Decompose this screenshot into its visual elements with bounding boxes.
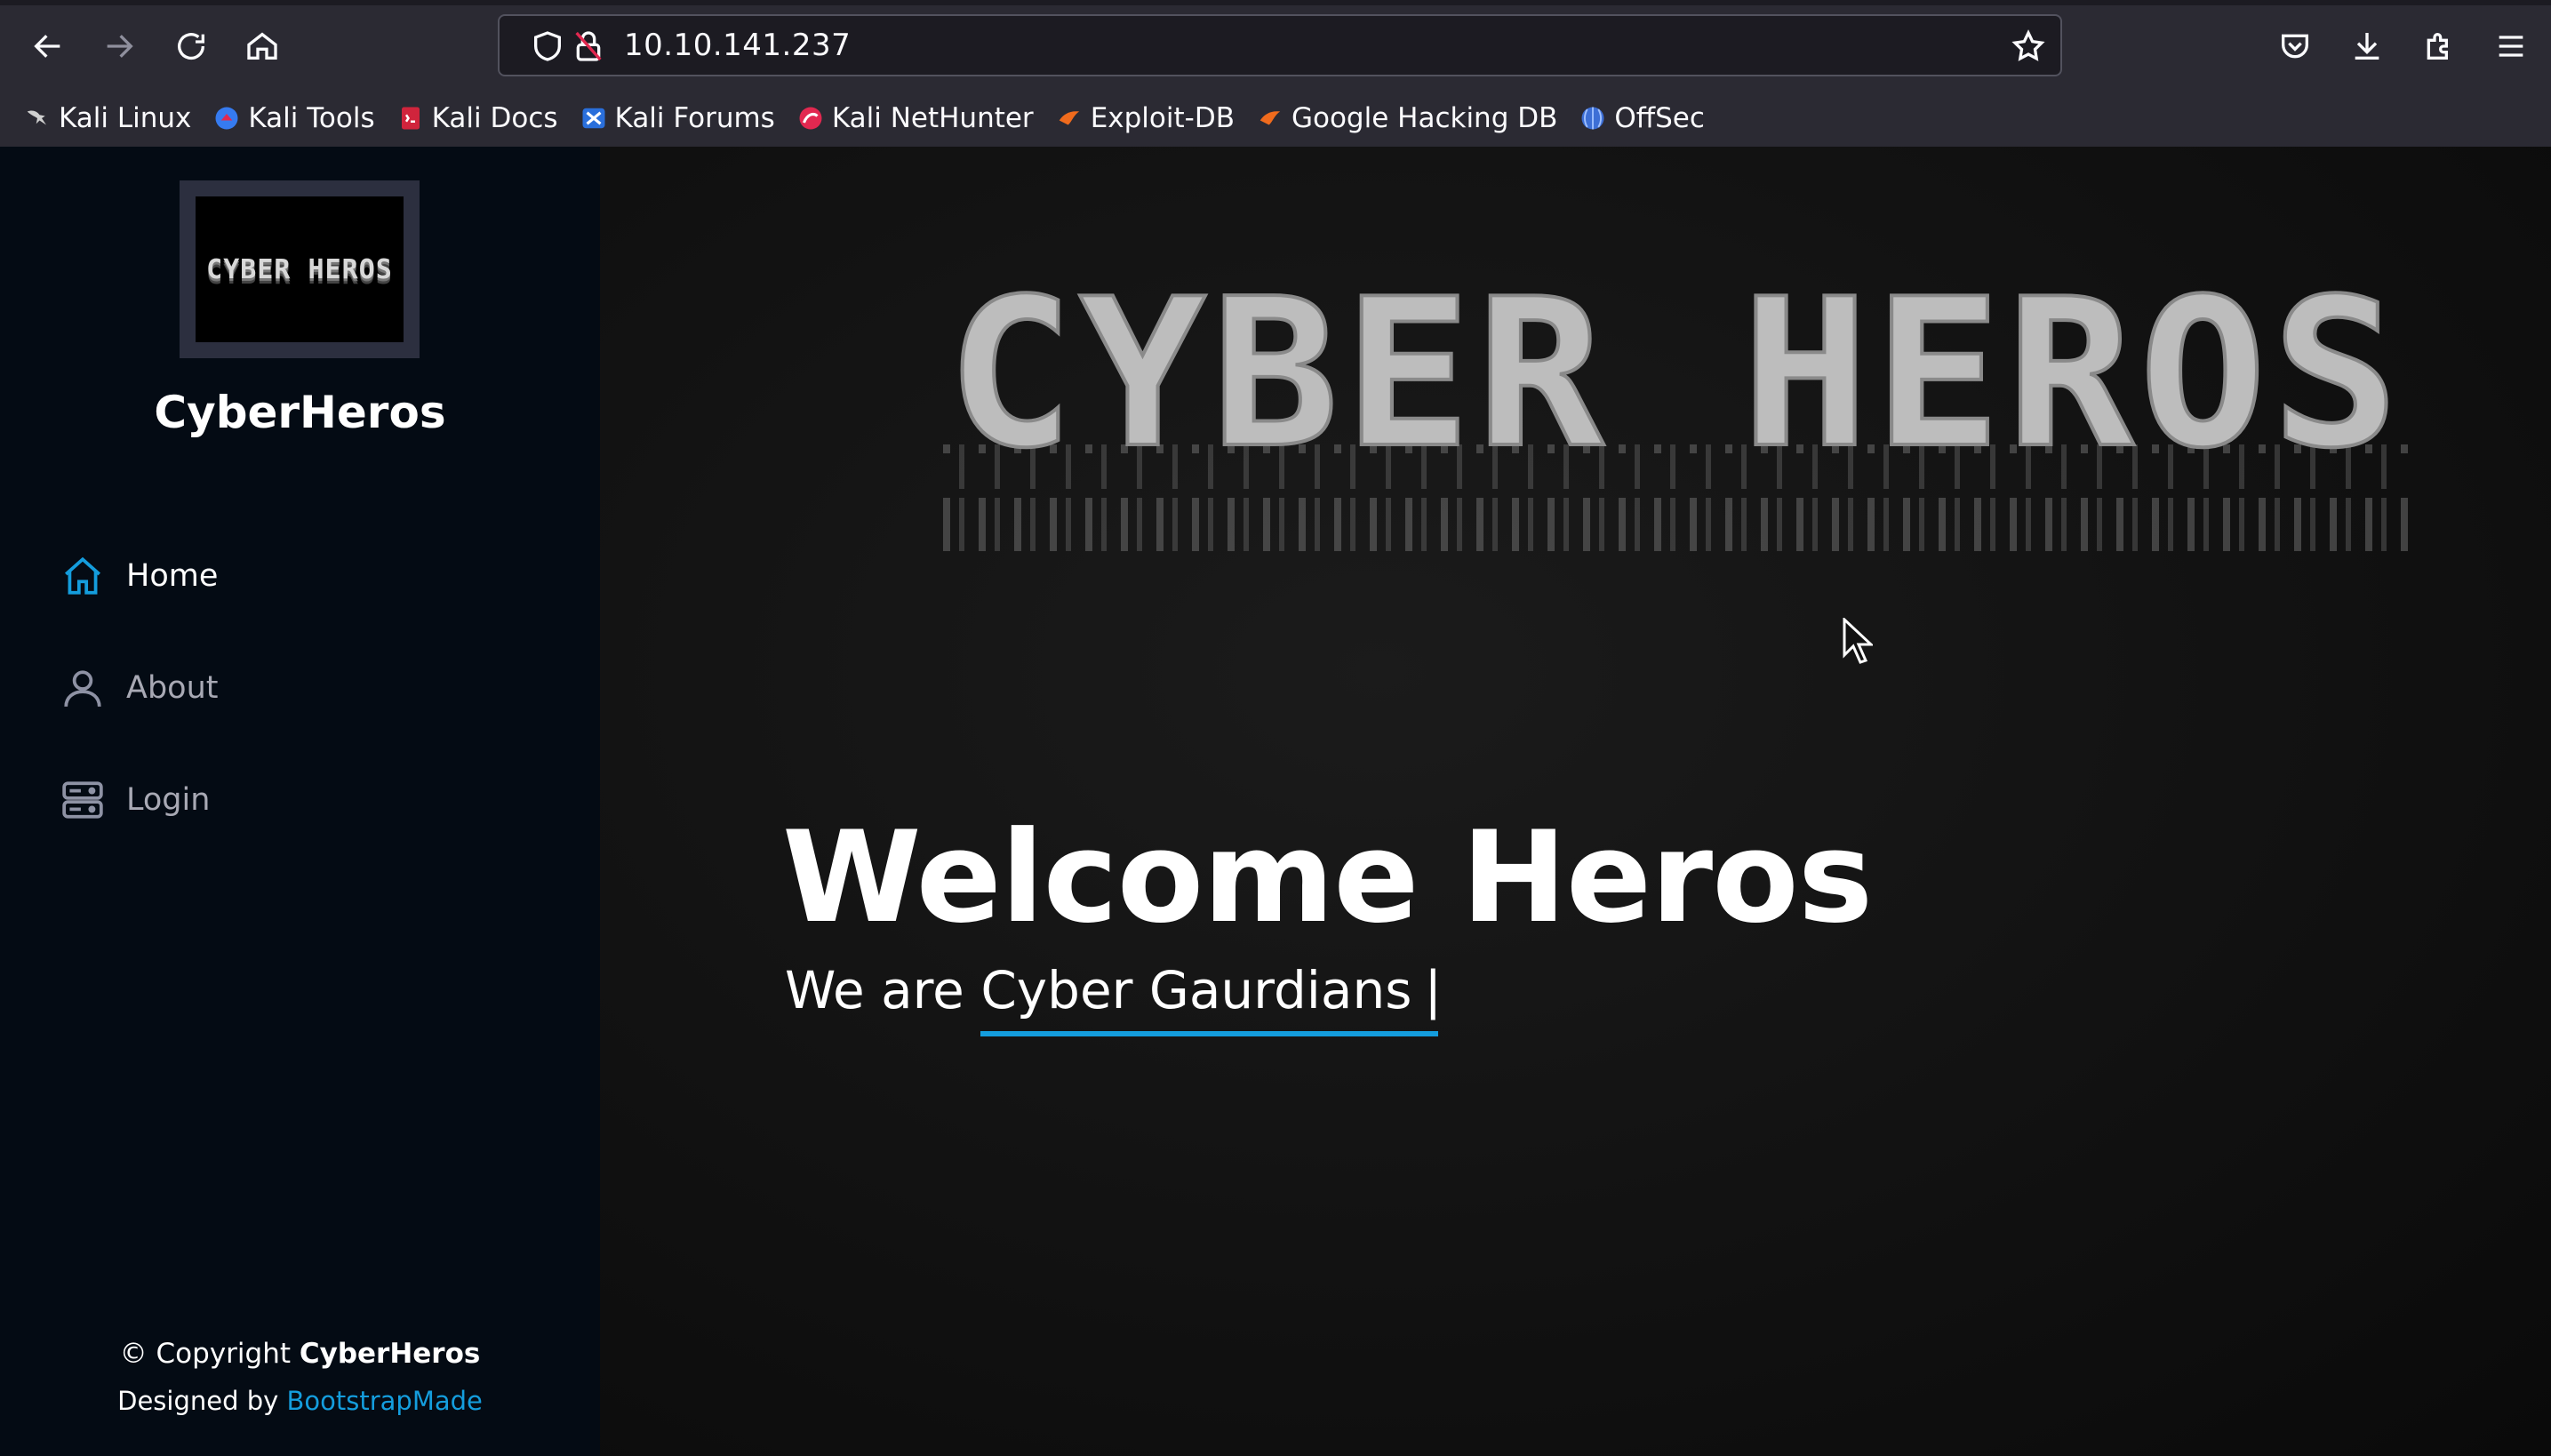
reload-button[interactable]	[164, 20, 218, 73]
sidebar: CYBER HEROS CyberHeros Home About Login …	[0, 147, 600, 1456]
sidebar-item-label: Login	[126, 782, 211, 818]
bookmarks-toolbar: Kali Linux Kali Tools Kali Docs Kali For…	[0, 93, 1705, 143]
pocket-button[interactable]	[2268, 20, 2322, 73]
bookmark-exploit-db[interactable]: Exploit-DB	[1055, 93, 1235, 143]
hero-tagline: We are Cyber Gaurdians |	[785, 960, 1442, 1036]
sidebar-menu: Home About Login	[60, 520, 218, 856]
kali-dragon-icon	[23, 104, 52, 132]
extensions-button[interactable]	[2412, 20, 2466, 73]
typing-cursor: |	[1424, 960, 1442, 1020]
exploit-db-icon	[1055, 104, 1084, 132]
sidebar-footer: © Copyright CyberHeros Designed by Boots…	[0, 1338, 600, 1416]
address-bar[interactable]: 10.10.141.237	[498, 14, 2062, 76]
bookmark-kali-docs[interactable]: Kali Docs	[396, 93, 558, 143]
banner-text: CYBER HEROS	[947, 284, 2404, 493]
home-button[interactable]	[236, 20, 289, 73]
download-icon	[2355, 33, 2379, 60]
kali-tools-icon	[212, 104, 241, 132]
arrow-left-icon	[34, 35, 60, 58]
puzzle-icon	[2427, 33, 2448, 60]
bookmark-kali-linux[interactable]: Kali Linux	[23, 93, 191, 143]
sidebar-item-label: Home	[126, 558, 219, 594]
copyright: © Copyright CyberHeros	[119, 1338, 481, 1370]
ghdb-icon	[1256, 104, 1284, 132]
bookmark-kali-forums[interactable]: Kali Forums	[580, 93, 775, 143]
forward-button[interactable]	[92, 20, 146, 73]
logo-text: CYBER HEROS	[206, 253, 393, 285]
pocket-icon	[2282, 34, 2308, 59]
mouse-pointer-icon	[1843, 618, 1873, 664]
bookmark-kali-tools[interactable]: Kali Tools	[212, 93, 375, 143]
server-icon	[62, 781, 103, 819]
bootstrapmade-link[interactable]: BootstrapMade	[287, 1386, 483, 1416]
cyber-heros-banner: CYBER HEROS	[938, 284, 2413, 551]
typed-text: Cyber Gaurdians	[980, 960, 1439, 1036]
star-icon[interactable]	[2011, 28, 2046, 64]
hero-section: CYBER HEROS Welcome Heros We are Cyber G…	[600, 147, 2551, 1456]
kali-nethunter-icon	[796, 104, 825, 132]
downloads-button[interactable]	[2340, 20, 2394, 73]
bookmark-kali-nethunter[interactable]: Kali NetHunter	[796, 93, 1034, 143]
home-icon	[65, 556, 100, 595]
menu-button[interactable]	[2484, 20, 2538, 73]
home-icon	[247, 32, 277, 60]
hero-title: Welcome Heros	[782, 804, 1873, 951]
reload-icon	[178, 33, 205, 60]
kali-docs-icon	[396, 104, 425, 132]
back-button[interactable]	[21, 20, 75, 73]
person-icon	[64, 670, 101, 707]
browser-chrome: 10.10.141.237 Kali Linux Kali Tools Kali…	[0, 0, 2551, 147]
insecure-lock-icon[interactable]	[571, 28, 606, 64]
site-logo[interactable]: CYBER HEROS	[180, 180, 420, 358]
site-name[interactable]: CyberHeros	[0, 387, 600, 438]
sidebar-item-login[interactable]: Login	[60, 744, 218, 856]
arrow-right-icon	[107, 35, 133, 58]
offsec-icon	[1579, 104, 1607, 132]
bookmark-offsec[interactable]: OffSec	[1579, 93, 1705, 143]
bookmark-google-hacking-db[interactable]: Google Hacking DB	[1256, 93, 1557, 143]
kali-forums-icon	[580, 104, 608, 132]
credits: Designed by BootstrapMade	[117, 1386, 483, 1416]
hamburger-icon	[2499, 36, 2523, 57]
url-text[interactable]: 10.10.141.237	[624, 28, 851, 63]
sidebar-item-about[interactable]: About	[60, 632, 218, 744]
sidebar-item-home[interactable]: Home	[60, 520, 218, 632]
tab-strip-edge	[0, 0, 2551, 5]
shield-icon[interactable]	[530, 28, 565, 64]
web-page: CYBER HEROS CyberHeros Home About Login …	[0, 147, 2551, 1456]
sidebar-item-label: About	[126, 670, 219, 706]
